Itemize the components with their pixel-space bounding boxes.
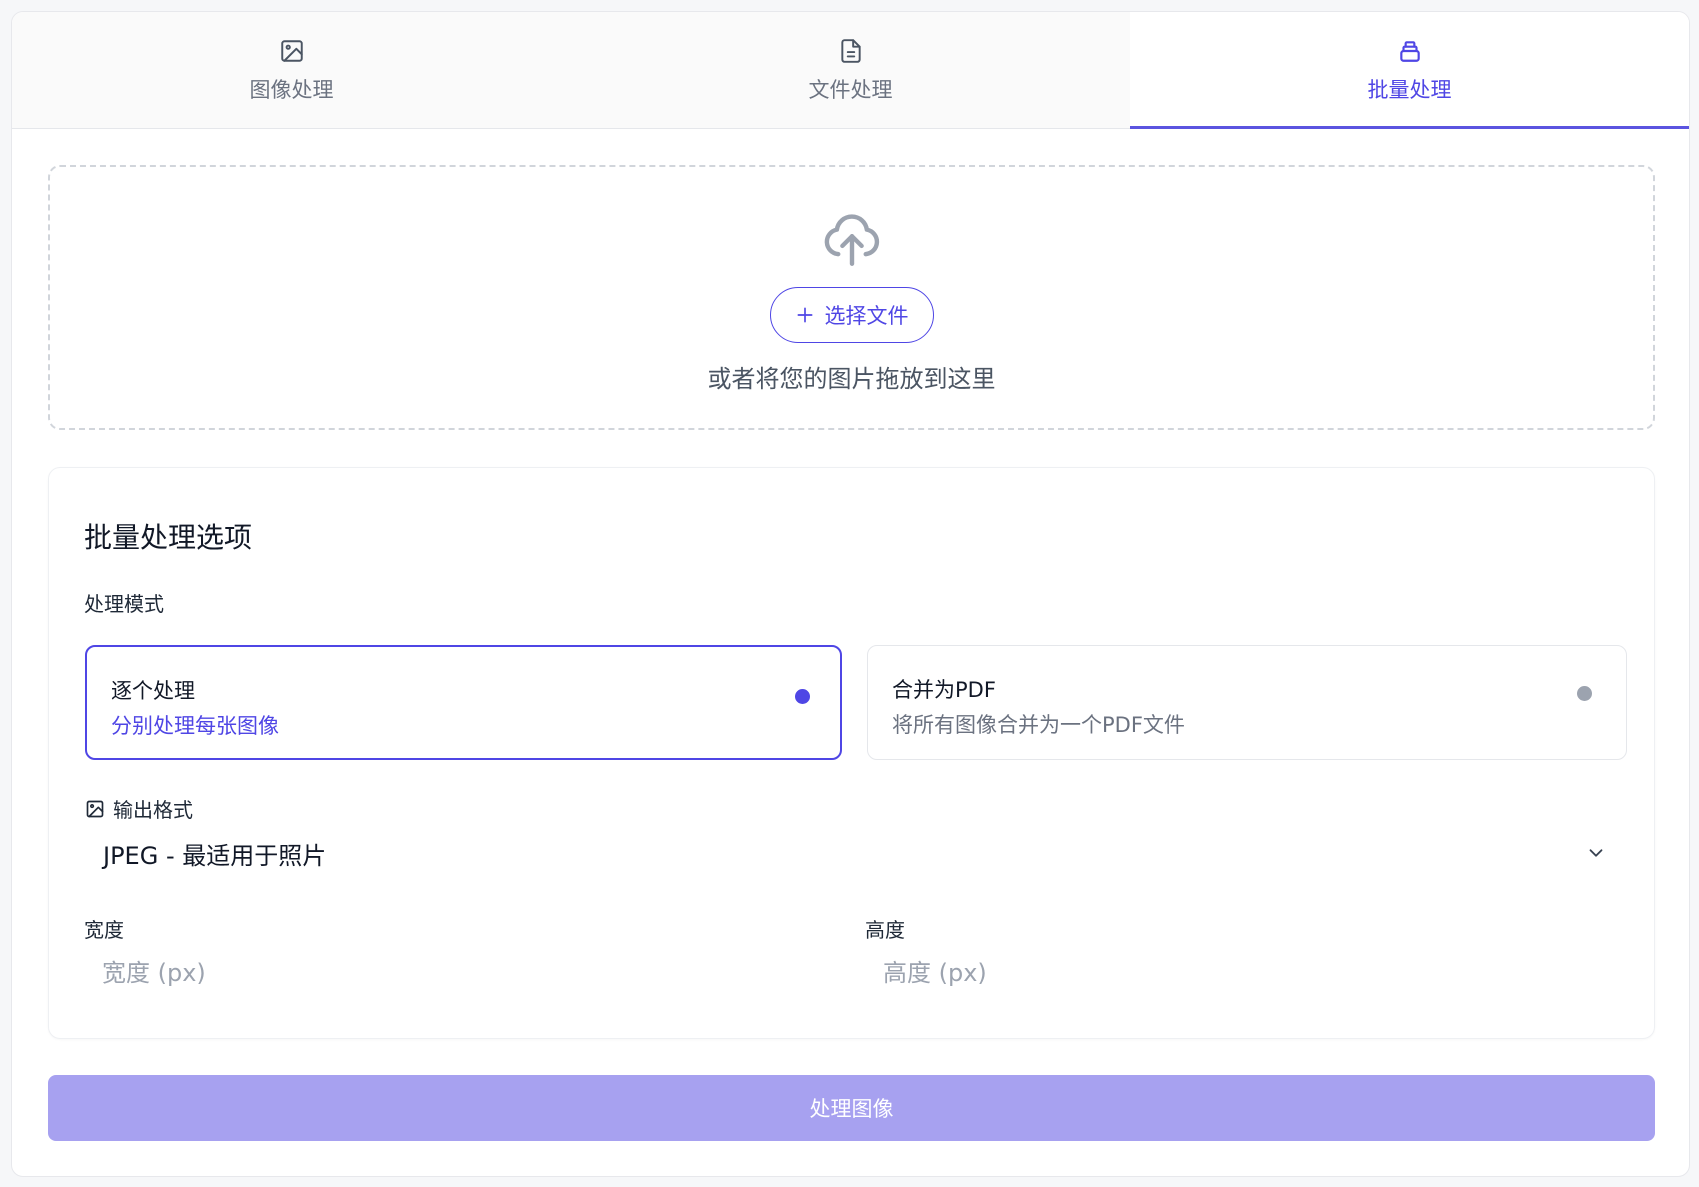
output-format-label: 输出格式 xyxy=(85,794,193,823)
tab-label: 图像处理 xyxy=(249,78,334,102)
mode-description: 分别处理每张图像 xyxy=(111,714,279,738)
image-icon xyxy=(280,40,303,62)
mode-title: 逐个处理 xyxy=(111,679,195,703)
chevron-down-icon xyxy=(1589,849,1603,857)
mode-title: 合并为PDF xyxy=(892,678,996,702)
radio-unselected-indicator xyxy=(1577,686,1592,701)
tab-batch-processing[interactable]: 批量处理 xyxy=(1130,12,1689,129)
mode-description: 将所有图像合并为一个PDF文件 xyxy=(892,713,1185,737)
mode-option-merge-pdf[interactable]: 合并为PDF 将所有图像合并为一个PDF文件 xyxy=(867,645,1627,760)
batch-options-panel: 批量处理选项 处理模式 逐个处理 分别处理每张图像 合并为PDF 将所有图像合并… xyxy=(48,467,1655,1039)
width-label: 宽度 xyxy=(84,918,124,942)
layers-icon xyxy=(1399,41,1420,62)
file-dropzone[interactable]: 选择文件 或者将您的图片拖放到这里 xyxy=(48,165,1655,430)
height-input[interactable] xyxy=(865,943,1625,1003)
cloud-upload-icon xyxy=(824,214,879,266)
mode-label: 处理模式 xyxy=(84,592,164,616)
process-images-button[interactable]: 处理图像 xyxy=(48,1075,1655,1141)
width-input[interactable] xyxy=(84,943,844,1003)
radio-selected-indicator xyxy=(795,689,810,704)
output-format-value: JPEG - 最适用于照片 xyxy=(103,841,327,870)
output-format-text: 输出格式 xyxy=(113,798,193,822)
tab-label: 文件处理 xyxy=(808,78,893,102)
tab-image-processing[interactable]: 图像处理 xyxy=(12,12,571,128)
height-label: 高度 xyxy=(865,918,905,942)
tab-file-processing[interactable]: 文件处理 xyxy=(571,12,1130,128)
choose-file-label: 选择文件 xyxy=(824,305,909,328)
tab-bar: 图像处理 文件处理 批量处理 xyxy=(12,12,1689,129)
tab-label: 批量处理 xyxy=(1367,78,1452,102)
main-card: 图像处理 文件处理 批量处理 选择文件 或者将您的图片拖放到这里 批量处理选项 … xyxy=(11,11,1690,1177)
drop-hint: 或者将您的图片拖放到这里 xyxy=(707,365,996,393)
plus-icon xyxy=(797,307,812,323)
mode-option-individual[interactable]: 逐个处理 分别处理每张图像 xyxy=(85,645,842,760)
image-icon xyxy=(86,800,104,817)
output-format-select[interactable]: JPEG - 最适用于照片 xyxy=(85,823,1625,883)
choose-file-button[interactable]: 选择文件 xyxy=(769,287,934,343)
file-icon xyxy=(840,39,861,63)
options-title: 批量处理选项 xyxy=(84,521,253,554)
